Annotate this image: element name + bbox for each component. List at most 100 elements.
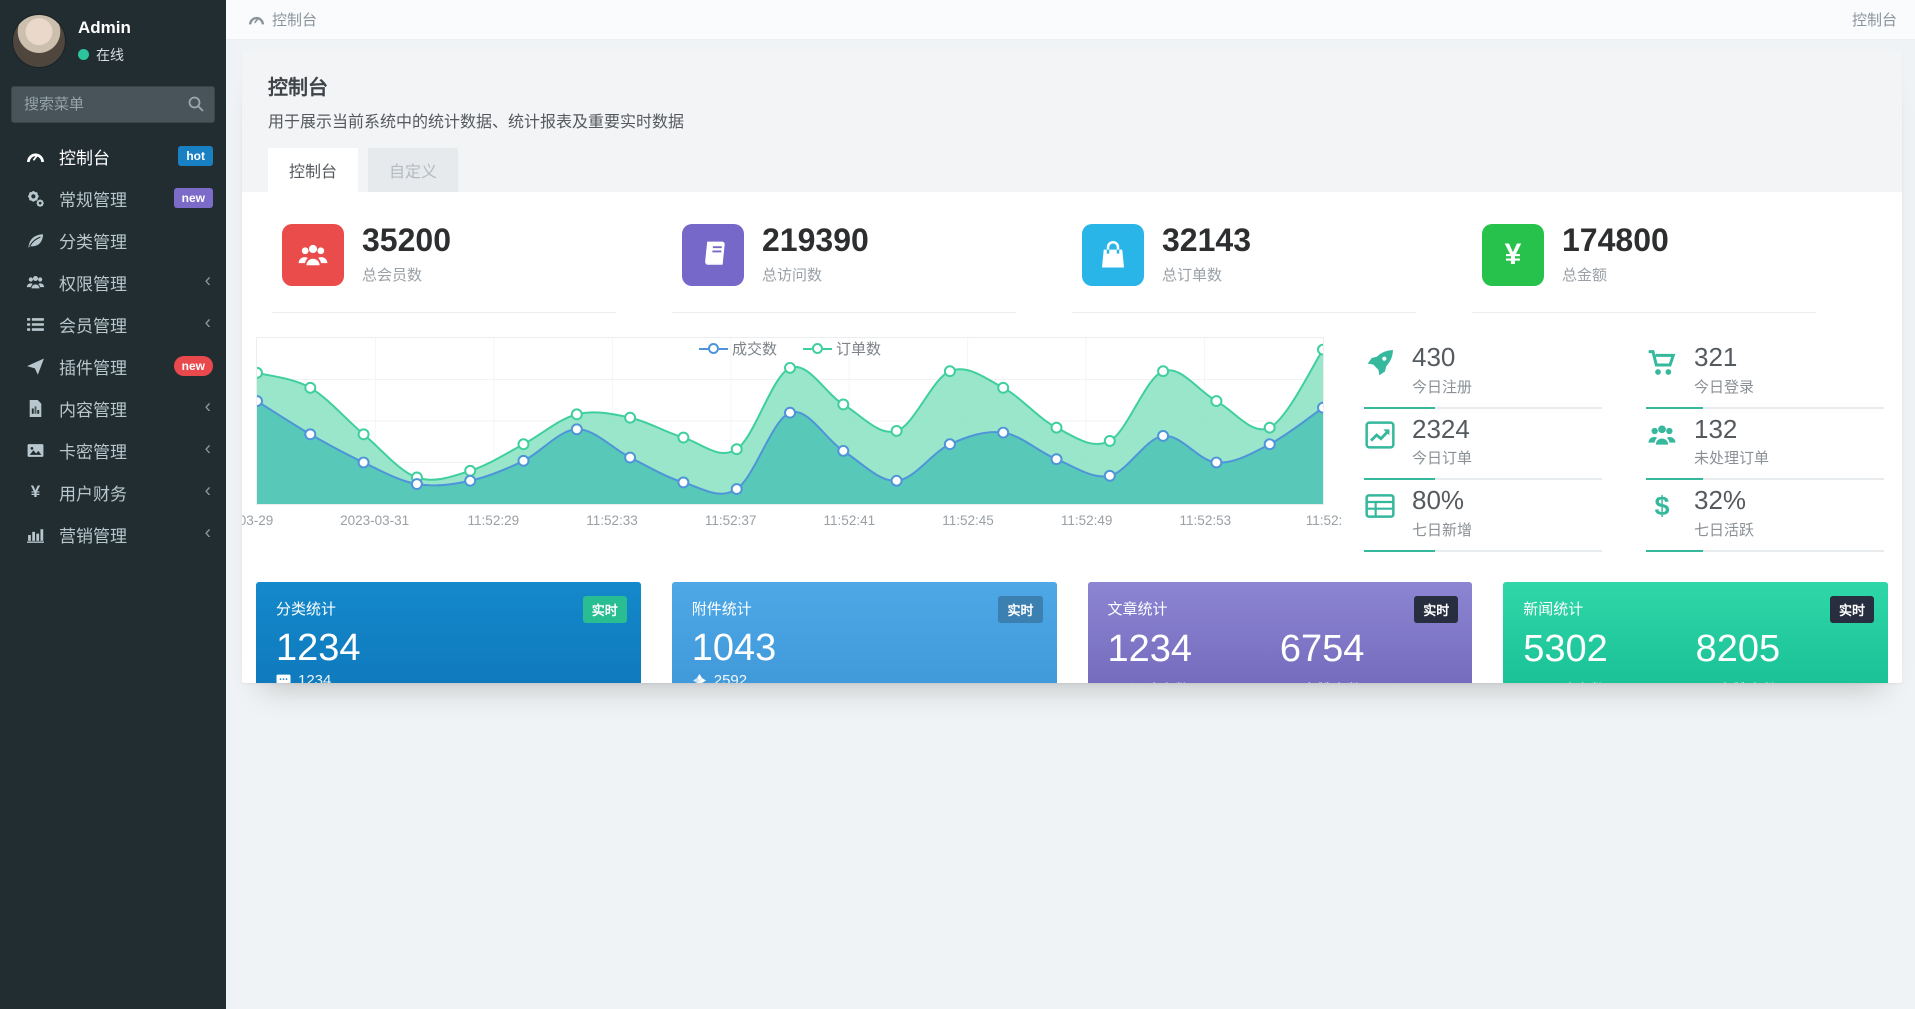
sidebar-item-cardkey[interactable]: 卡密管理 ‹	[0, 429, 226, 471]
tab-custom[interactable]: 自定义	[368, 148, 458, 192]
comment-icon	[276, 673, 291, 683]
sidebar-item-content[interactable]: 内容管理 ‹	[0, 387, 226, 429]
axis-label: 11:52:45	[942, 513, 994, 528]
breadcrumb[interactable]: 控制台	[248, 9, 317, 30]
sidebar-item-auth[interactable]: 权限管理 ‹	[0, 261, 226, 303]
summary-cards-row: 分类统计 实时 1234 1234 当前分类总记录数 附件统计 实时 1043 …	[256, 582, 1888, 683]
quick-stat-value: 321	[1694, 343, 1754, 372]
card-attachment-stats: 附件统计 实时 1043 2592 当前上传的附件数量	[672, 582, 1057, 683]
legend-item-deals[interactable]: 成交数	[699, 338, 777, 359]
stat-value: 219390	[762, 224, 869, 258]
chevron-left-icon: ‹	[205, 398, 211, 417]
card-value: 1043	[692, 627, 1037, 671]
card-metric-label: 点赞次数	[1302, 679, 1362, 683]
quick-stat-7day-active: $ 32% 七日活跃	[1646, 480, 1884, 552]
card-metric-label: 点赞次数	[1718, 679, 1778, 683]
axis-label: 11:52:29	[468, 513, 520, 528]
card-sub-value: 1234	[298, 672, 331, 683]
breadcrumb-label: 控制台	[272, 9, 317, 30]
axis-label: 11:52:41	[824, 513, 876, 528]
legend-item-orders[interactable]: 订单数	[803, 338, 881, 359]
cart-icon	[1646, 347, 1678, 379]
card-metric-value: 1234	[1108, 629, 1280, 671]
quick-stat-label: 今日登录	[1694, 376, 1754, 397]
chart-plot-area	[256, 337, 1324, 505]
main-panel: 控制台 用于展示当前系统中的统计数据、统计报表及重要实时数据 控制台 自定义 3…	[242, 51, 1902, 683]
card-metric-value: 8205	[1696, 629, 1868, 671]
sidebar-item-label: 卡密管理	[59, 438, 127, 463]
progress-bar	[1364, 550, 1602, 552]
trend-chart-icon	[1364, 419, 1396, 451]
stat-value: 35200	[362, 224, 451, 258]
legend-marker-icon	[812, 343, 823, 354]
sidebar-item-member[interactable]: 会员管理 ‹	[0, 303, 226, 345]
yen-icon: ¥	[1482, 224, 1544, 286]
card-title: 新闻统计	[1523, 598, 1868, 619]
user-status: 在线	[96, 45, 124, 65]
quick-stat-label: 未处理订单	[1694, 447, 1769, 468]
card-metric-value: 5302	[1523, 629, 1695, 671]
stat-total-amount: ¥ 174800 总金额	[1472, 222, 1816, 313]
new-badge: new	[174, 356, 213, 376]
sidebar-item-dashboard[interactable]: 控制台 hot	[0, 135, 226, 177]
users-icon	[282, 224, 344, 286]
search-input[interactable]	[11, 86, 215, 123]
chevron-left-icon: ‹	[205, 314, 211, 333]
sidebar-item-label: 插件管理	[59, 354, 127, 379]
quick-stat-orders-today: 2324 今日订单	[1364, 409, 1602, 481]
axis-label: 11:52:33	[586, 513, 638, 528]
sidebar-item-label: 权限管理	[59, 270, 127, 295]
quick-stat-value: 430	[1412, 343, 1472, 372]
card-news-stats: 新闻统计 实时 5302 评论次数 8205 点赞次数	[1503, 582, 1888, 683]
axis-label: 11:52:37	[705, 513, 757, 528]
legend-label: 订单数	[836, 338, 881, 359]
new-badge: new	[174, 188, 213, 208]
sidebar-item-category[interactable]: 分类管理	[0, 219, 226, 261]
pinwheel-icon	[692, 673, 707, 683]
sidebar: Admin 在线 控制台 hot 常规管理 new	[0, 0, 226, 1009]
bar-chart-icon	[26, 525, 45, 544]
online-status-dot	[78, 49, 89, 60]
user-panel: Admin 在线	[0, 0, 226, 80]
card-category-stats: 分类统计 实时 1234 1234 当前分类总记录数	[256, 582, 641, 683]
sidebar-item-general[interactable]: 常规管理 new	[0, 177, 226, 219]
axis-label: 11:52:49	[1061, 513, 1113, 528]
person-icon	[1696, 682, 1711, 683]
page-header: 控制台 用于展示当前系统中的统计数据、统计报表及重要实时数据 控制台 自定义	[242, 51, 1902, 192]
gauge-icon	[26, 147, 45, 166]
quick-stat-label: 七日新增	[1412, 519, 1472, 540]
comment-icon	[1108, 682, 1123, 683]
axis-label: 11:52:53	[1180, 513, 1232, 528]
heart-icon	[1280, 682, 1295, 683]
chevron-left-icon: ‹	[205, 272, 211, 291]
stats-row: 35200 总会员数 219390 总访问数 32143	[256, 222, 1888, 313]
stat-label: 总访问数	[762, 264, 869, 285]
tab-dashboard[interactable]: 控制台	[268, 148, 358, 192]
sidebar-item-label: 营销管理	[59, 522, 127, 547]
card-title: 附件统计	[692, 598, 1037, 619]
quick-stat-value: 80%	[1412, 486, 1472, 515]
chevron-left-icon: ‹	[205, 440, 211, 459]
sidebar-item-marketing[interactable]: 营销管理 ‹	[0, 513, 226, 555]
sidebar-item-addon[interactable]: 插件管理 new	[0, 345, 226, 387]
quick-stat-pending-orders: 132 未处理订单	[1646, 409, 1884, 481]
dollar-icon: $	[1646, 490, 1678, 522]
quick-stat-value: 132	[1694, 415, 1769, 444]
stat-total-visits: 219390 总访问数	[672, 222, 1016, 313]
page-subtitle: 用于展示当前系统中的统计数据、统计报表及重要实时数据	[268, 108, 1876, 132]
realtime-badge: 实时	[583, 596, 627, 623]
stat-label: 总订单数	[1162, 264, 1251, 285]
hot-badge: hot	[178, 146, 213, 166]
topbar-right-link[interactable]: 控制台	[1852, 9, 1897, 30]
sidebar-item-finance[interactable]: ¥ 用户财务 ‹	[0, 471, 226, 513]
avatar	[12, 14, 66, 68]
stat-label: 总会员数	[362, 264, 451, 285]
comment-icon	[1523, 682, 1538, 683]
stat-total-members: 35200 总会员数	[272, 222, 616, 313]
stat-total-orders: 32143 总订单数	[1072, 222, 1416, 313]
stat-value: 32143	[1162, 224, 1251, 258]
card-article-stats: 文章统计 实时 1234 评论次数 6754 点赞次数	[1088, 582, 1473, 683]
quick-stat-registered-today: 430 今日注册	[1364, 337, 1602, 409]
sidebar-item-label: 控制台	[59, 144, 110, 169]
axis-label: 11:52:	[1306, 513, 1343, 528]
